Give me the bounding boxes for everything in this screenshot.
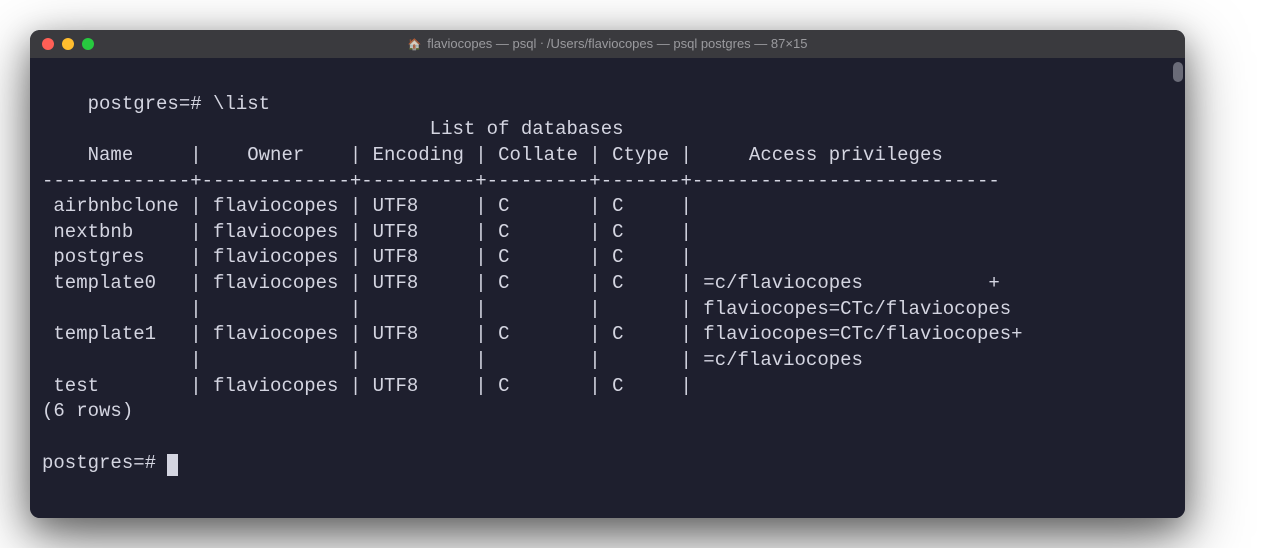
traffic-lights: [42, 38, 94, 50]
row-count: (6 rows): [42, 400, 133, 422]
prompt: postgres=#: [88, 93, 202, 115]
command-text: \list: [213, 93, 270, 115]
prompt: postgres=#: [42, 452, 167, 474]
table-row: | | | | | flaviocopes=CTc/flaviocopes: [42, 298, 1011, 320]
table-row: test | flaviocopes | UTF8 | C | C |: [42, 375, 703, 397]
titlebar[interactable]: 🏠 flaviocopes — psql ᐧ /Users/flaviocope…: [30, 30, 1185, 58]
table-row: nextbnb | flaviocopes | UTF8 | C | C |: [42, 221, 703, 243]
table-row: postgres | flaviocopes | UTF8 | C | C |: [42, 246, 703, 268]
table-header: Name | Owner | Encoding | Collate | Ctyp…: [42, 144, 1000, 166]
scrollbar-thumb[interactable]: [1173, 62, 1183, 82]
table-row: airbnbclone | flaviocopes | UTF8 | C | C…: [42, 195, 703, 217]
terminal-body[interactable]: postgres=# \list List of databases Name …: [30, 58, 1185, 518]
window-title-text: flaviocopes — psql ᐧ /Users/flaviocopes …: [427, 36, 807, 52]
table-row: | | | | | =c/flaviocopes: [42, 349, 863, 371]
window-title: 🏠 flaviocopes — psql ᐧ /Users/flaviocope…: [408, 36, 808, 52]
table-row: template0 | flaviocopes | UTF8 | C | C |…: [42, 272, 1000, 294]
terminal-window: 🏠 flaviocopes — psql ᐧ /Users/flaviocope…: [30, 30, 1185, 518]
table-row: template1 | flaviocopes | UTF8 | C | C |…: [42, 323, 1023, 345]
maximize-icon[interactable]: [82, 38, 94, 50]
minimize-icon[interactable]: [62, 38, 74, 50]
table-divider: -------------+-------------+----------+-…: [42, 170, 1000, 192]
cursor-icon: [167, 454, 178, 476]
table-title: List of databases: [42, 118, 624, 140]
home-icon: 🏠: [408, 38, 422, 51]
close-icon[interactable]: [42, 38, 54, 50]
